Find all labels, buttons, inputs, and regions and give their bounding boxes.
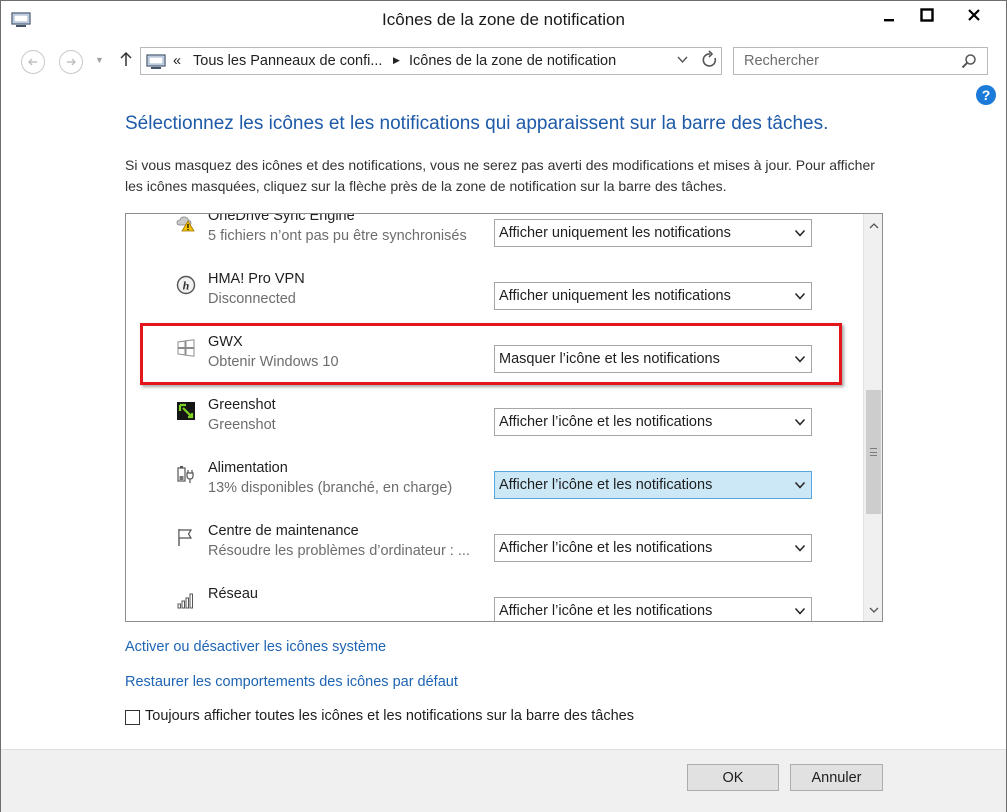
- item-status: Résoudre les problèmes d’ordinateur : ..…: [208, 543, 470, 559]
- behavior-select[interactable]: Afficher l’icône et les notifications: [494, 408, 812, 436]
- item-name: OneDrive Sync Engine: [208, 213, 355, 224]
- item-name: HMA! Pro VPN: [208, 271, 305, 287]
- network-signal-icon: [177, 593, 193, 609]
- item-name: Réseau: [208, 586, 258, 602]
- notification-icons-window: Icônes de la zone de notification ▼ « To…: [0, 0, 1007, 812]
- refresh-icon: [702, 50, 717, 67]
- behavior-select-value: Afficher l’icône et les notifications: [499, 477, 713, 493]
- behavior-select[interactable]: Masquer l’icône et les notifications: [494, 345, 812, 373]
- always-show-checkbox[interactable]: [125, 710, 140, 725]
- breadcrumb-separator-icon[interactable]: ▶: [393, 55, 400, 66]
- window-title: Icônes de la zone de notification: [382, 10, 625, 29]
- behavior-select-value: Afficher uniquement les notifications: [499, 288, 731, 304]
- behavior-select[interactable]: Afficher l’icône et les notifications: [494, 534, 812, 562]
- minimize-button[interactable]: [869, 1, 909, 29]
- up-arrow-icon: [120, 51, 132, 66]
- behavior-select[interactable]: Afficher uniquement les notifications: [494, 219, 812, 247]
- close-window-button[interactable]: [945, 1, 1003, 29]
- help-icon[interactable]: ?: [976, 85, 996, 105]
- close-icon: [968, 9, 980, 21]
- behavior-select[interactable]: Afficher l’icône et les notifications: [494, 597, 812, 621]
- dialog-footer: OK Annuler: [1, 749, 1006, 812]
- notification-icons-list[interactable]: OneDrive Sync Engine 5 fichiers n’ont pa…: [125, 213, 883, 622]
- chevron-down-icon: [794, 544, 806, 552]
- chevron-down-icon: [794, 229, 806, 237]
- list-item-onedrive: OneDrive Sync Engine 5 fichiers n’ont pa…: [126, 213, 863, 269]
- address-bar[interactable]: « Tous les Panneaux de confi... ▶ Icônes…: [140, 47, 722, 75]
- behavior-select-value: Masquer l’icône et les notifications: [499, 351, 720, 367]
- chevron-down-icon: [794, 418, 806, 426]
- list-item-network: Réseau Afficher l’icône et les notificat…: [126, 584, 863, 621]
- list-item-gwx: GWX Obtenir Windows 10 Masquer l’icône e…: [126, 332, 863, 395]
- forward-arrow-icon: [67, 58, 76, 66]
- windows-logo-icon: [177, 339, 195, 357]
- list-item-greenshot: Greenshot Greenshot Afficher l’icône et …: [126, 395, 863, 458]
- battery-plug-icon: [177, 466, 194, 483]
- up-level-button[interactable]: [119, 51, 133, 72]
- search-icon[interactable]: [961, 53, 977, 69]
- navigation-bar: ▼ « Tous les Panneaux de confi... ▶ Icôn…: [1, 43, 1006, 81]
- onedrive-warning-icon: [176, 216, 195, 232]
- item-name: Alimentation: [208, 460, 288, 476]
- chevron-down-icon: [794, 292, 806, 300]
- list-item-power: Alimentation 13% disponibles (branché, e…: [126, 458, 863, 521]
- item-status: 5 fichiers n’ont pas pu être synchronisé…: [208, 228, 467, 244]
- item-status: Obtenir Windows 10: [208, 354, 339, 370]
- cancel-button[interactable]: Annuler: [790, 764, 883, 791]
- chevron-down-icon: [794, 607, 806, 615]
- always-show-label[interactable]: Toujours afficher toutes les icônes et l…: [145, 708, 634, 724]
- scroll-up-button[interactable]: [864, 216, 882, 235]
- item-status: 13% disponibles (branché, en charge): [208, 480, 453, 496]
- behavior-select[interactable]: Afficher l’icône et les notifications: [494, 471, 812, 499]
- chevron-down-icon: [794, 355, 806, 363]
- scroll-down-button[interactable]: [864, 600, 882, 619]
- search-box[interactable]: Rechercher: [733, 47, 988, 75]
- ok-button[interactable]: OK: [687, 764, 779, 791]
- item-name: Centre de maintenance: [208, 523, 359, 539]
- page-description: Si vous masquez des icônes et des notifi…: [125, 157, 875, 194]
- recent-pages-dropdown[interactable]: ▼: [95, 55, 104, 65]
- chevron-up-icon: [869, 222, 878, 228]
- chevron-down-icon: [869, 607, 878, 613]
- back-arrow-icon: [28, 58, 37, 66]
- chevron-down-icon: [677, 56, 688, 64]
- title-bar: Icônes de la zone de notification: [1, 1, 1006, 39]
- system-icons-link[interactable]: Activer ou désactiver les icônes système: [125, 639, 386, 655]
- maximize-button[interactable]: [907, 1, 947, 29]
- behavior-select-value: Afficher uniquement les notifications: [499, 225, 731, 241]
- hma-vpn-icon: h: [176, 275, 196, 295]
- refresh-button[interactable]: [701, 50, 719, 75]
- list-scrollbar[interactable]: [863, 214, 882, 621]
- behavior-select-value: Afficher l’icône et les notifications: [499, 414, 713, 430]
- item-name: Greenshot: [208, 397, 276, 413]
- item-status: Greenshot: [208, 417, 276, 433]
- chevron-down-icon: [794, 481, 806, 489]
- address-history-dropdown[interactable]: [677, 54, 688, 68]
- behavior-select-value: Afficher l’icône et les notifications: [499, 603, 713, 619]
- scrollbar-thumb[interactable]: [866, 390, 881, 514]
- search-placeholder: Rechercher: [744, 53, 819, 69]
- breadcrumb-notification-icons[interactable]: Icônes de la zone de notification: [409, 53, 616, 69]
- list-item-hma-vpn: h HMA! Pro VPN Disconnected Afficher uni…: [126, 269, 863, 332]
- page-heading: Sélectionnez les icônes et les notificat…: [125, 113, 829, 134]
- control-panel-icon: [146, 54, 166, 69]
- forward-button[interactable]: [59, 50, 83, 74]
- scrollbar-grip-icon: [870, 448, 877, 456]
- minimize-icon: [884, 19, 894, 22]
- back-button[interactable]: [21, 50, 45, 74]
- svg-text:h: h: [183, 279, 190, 293]
- breadcrumb-overflow[interactable]: «: [173, 53, 181, 69]
- behavior-select-value: Afficher l’icône et les notifications: [499, 540, 713, 556]
- item-status: Disconnected: [208, 291, 296, 307]
- flag-icon: [178, 529, 193, 546]
- list-item-action-center: Centre de maintenance Résoudre les probl…: [126, 521, 863, 584]
- restore-defaults-link[interactable]: Restaurer les comportements des icônes p…: [125, 674, 458, 690]
- item-name: GWX: [208, 334, 243, 350]
- greenshot-icon: [177, 402, 195, 420]
- breadcrumb-all-control-panel[interactable]: Tous les Panneaux de confi...: [193, 53, 382, 69]
- maximize-icon: [920, 8, 934, 22]
- behavior-select[interactable]: Afficher uniquement les notifications: [494, 282, 812, 310]
